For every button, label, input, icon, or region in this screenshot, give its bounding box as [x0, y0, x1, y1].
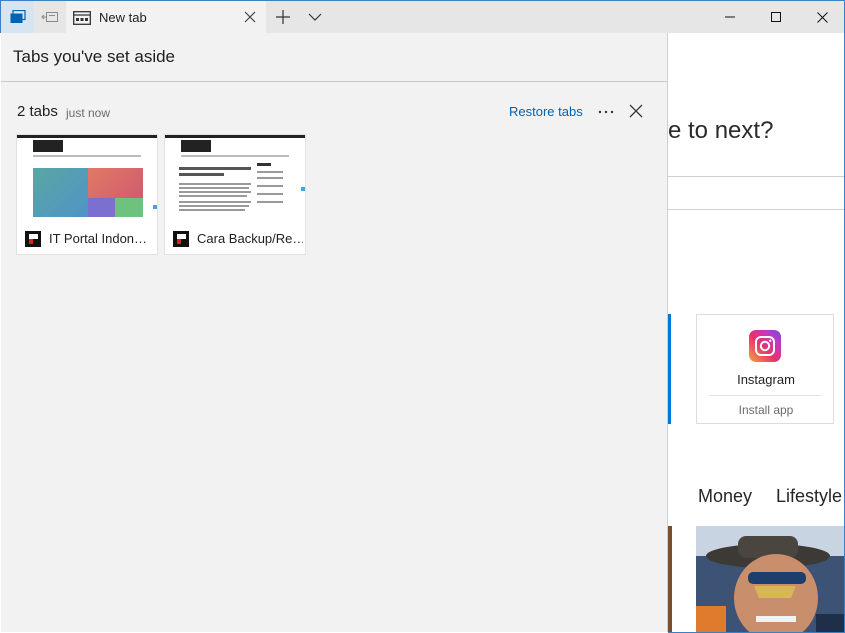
close-icon: [629, 104, 643, 118]
new-tab-button[interactable]: [266, 1, 300, 33]
tab-group-header: 2 tabs just now Restore tabs: [17, 102, 657, 122]
tab-count: 2 tabs: [17, 103, 58, 120]
tab-title: Cara Backup/Re…: [197, 231, 303, 246]
install-app-link[interactable]: Install app: [697, 403, 835, 417]
maximize-icon: [771, 12, 781, 22]
close-tab-button[interactable]: [242, 9, 258, 25]
site-favicon-icon: [173, 230, 189, 247]
panel-header: Tabs you've set aside: [1, 33, 667, 82]
app-tile-instagram[interactable]: Instagram Install app: [696, 314, 834, 424]
news-image-edge: [668, 526, 672, 632]
site-favicon-icon: [25, 230, 41, 247]
set-aside-tab-1[interactable]: IT Portal Indon…: [17, 135, 157, 254]
search-input[interactable]: [668, 176, 844, 210]
set-aside-tabs-button[interactable]: [34, 1, 66, 33]
tabs-aside-icon: [10, 10, 26, 23]
set-aside-tabs-icon: [41, 12, 58, 22]
close-icon: [244, 11, 256, 23]
set-aside-tab-2[interactable]: Cara Backup/Re…: [165, 135, 305, 254]
minimize-icon: [725, 16, 735, 18]
more-icon: [598, 110, 614, 114]
title-bar: New tab: [0, 0, 845, 34]
tab-title: IT Portal Indon…: [49, 231, 148, 246]
tab-thumbnail: [165, 135, 305, 223]
new-tab-page-icon: [73, 10, 91, 25]
new-tab-page: e to next? Instagram Install app Money Li…: [668, 33, 845, 633]
tab-list-button[interactable]: [300, 1, 330, 33]
tab-new-tab[interactable]: New tab: [66, 1, 266, 34]
chevron-down-icon: [308, 13, 322, 21]
tabs-aside-button[interactable]: [1, 1, 34, 33]
news-category-nav: Money Lifestyle: [698, 486, 844, 507]
instagram-icon: [749, 330, 781, 362]
app-name: Instagram: [737, 372, 795, 387]
tab-title: New tab: [99, 10, 147, 25]
more-options-button[interactable]: [595, 102, 617, 122]
ntp-question-text: e to next?: [668, 117, 774, 144]
news-image[interactable]: [696, 526, 844, 632]
tile-edge: [668, 314, 671, 424]
minimize-button[interactable]: [707, 1, 753, 33]
group-timestamp: just now: [66, 106, 111, 120]
panel-title: Tabs you've set aside: [13, 47, 176, 66]
tab-caption: Cara Backup/Re…: [165, 223, 305, 254]
tab-caption: IT Portal Indon…: [17, 223, 157, 254]
tabs-aside-panel: Tabs you've set aside 2 tabs just now Re…: [1, 33, 668, 632]
nav-item-money[interactable]: Money: [698, 486, 752, 506]
plus-icon: [276, 10, 290, 24]
nav-item-lifestyle[interactable]: Lifestyle: [776, 486, 842, 506]
restore-tabs-link[interactable]: Restore tabs: [509, 104, 583, 119]
window-close-icon: [816, 11, 828, 23]
remove-group-button[interactable]: [628, 103, 644, 119]
window-close-button[interactable]: [799, 1, 845, 33]
divider: [709, 395, 821, 396]
maximize-button[interactable]: [753, 1, 799, 33]
tab-thumbnail: [17, 135, 157, 223]
